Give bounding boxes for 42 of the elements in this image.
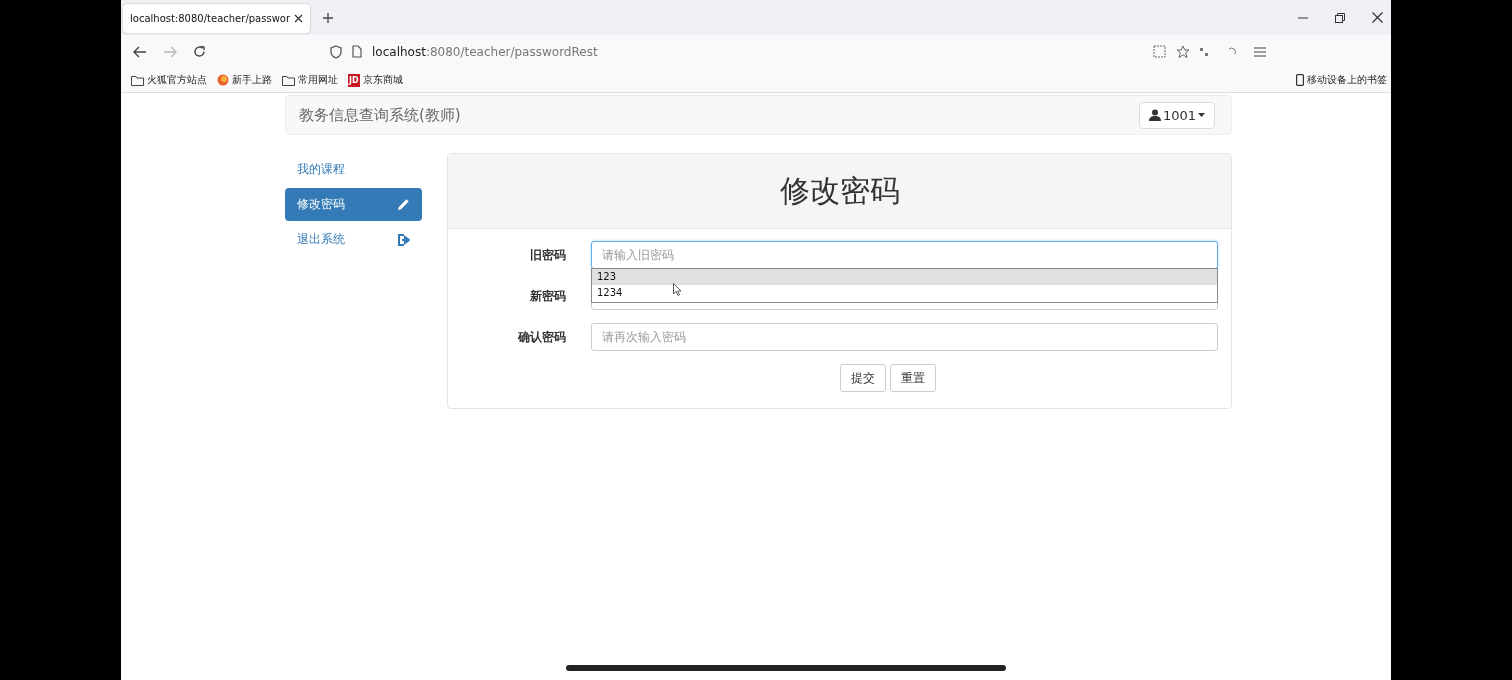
sidebar-item[interactable]: 退出系统 (285, 223, 422, 256)
close-icon[interactable] (1372, 12, 1383, 23)
restore-icon[interactable] (1335, 12, 1345, 23)
globe-icon (217, 74, 229, 86)
folder-icon (282, 74, 295, 86)
brand-title[interactable]: 教务信息查询系统(教师) (299, 105, 461, 125)
logout-icon (397, 233, 410, 246)
browser-tab[interactable]: localhost:8080/teacher/passwor (123, 4, 311, 33)
pencil-icon (397, 198, 410, 211)
folder-icon (131, 74, 144, 86)
jd-badge: JD (348, 73, 360, 87)
form-button[interactable]: 提交 (840, 364, 886, 392)
field-label: 旧密码 (529, 246, 567, 264)
field-label: 新密码 (529, 287, 567, 305)
sidebar-item[interactable]: 修改密码 (285, 188, 422, 221)
bookmark[interactable]: 火狐官方站点 (131, 73, 207, 87)
password-field[interactable]: 请再次输入密码 (591, 323, 1218, 351)
autocomplete-option[interactable]: 1234 (592, 285, 1217, 301)
phone-icon (1296, 74, 1304, 86)
password-field[interactable]: 请输入旧密码 (591, 241, 1218, 269)
caret-icon (1198, 113, 1205, 117)
bookmark[interactable]: 常用网址 (282, 73, 338, 87)
back-icon[interactable] (133, 45, 147, 58)
sidebar-item[interactable]: 我的课程 (285, 153, 422, 186)
field-label: 确认密码 (516, 328, 567, 346)
page-icon (352, 45, 362, 58)
address-field[interactable]: localhost:8080/teacher/passwordRest (372, 44, 598, 59)
user-menu-button[interactable]: 1001 (1138, 101, 1215, 129)
bookmark[interactable]: JD 京东商城 (348, 73, 403, 87)
user-icon (1148, 109, 1161, 121)
close-icon[interactable] (294, 14, 304, 23)
panel-title: 修改密码 (779, 171, 900, 210)
bookmark[interactable]: 新手上路 (217, 73, 272, 87)
star-icon[interactable] (1176, 44, 1190, 59)
cursor-icon (673, 283, 682, 296)
autocomplete-option[interactable]: 123 (592, 269, 1217, 285)
mobile-bookmarks[interactable]: 移动设备上的书签 (1296, 73, 1387, 87)
menu-icon[interactable] (1254, 46, 1266, 57)
reload-icon[interactable] (193, 45, 206, 58)
new-tab-icon[interactable] (322, 11, 335, 24)
form-button[interactable]: 重置 (890, 364, 936, 392)
shield-icon[interactable] (330, 44, 342, 59)
